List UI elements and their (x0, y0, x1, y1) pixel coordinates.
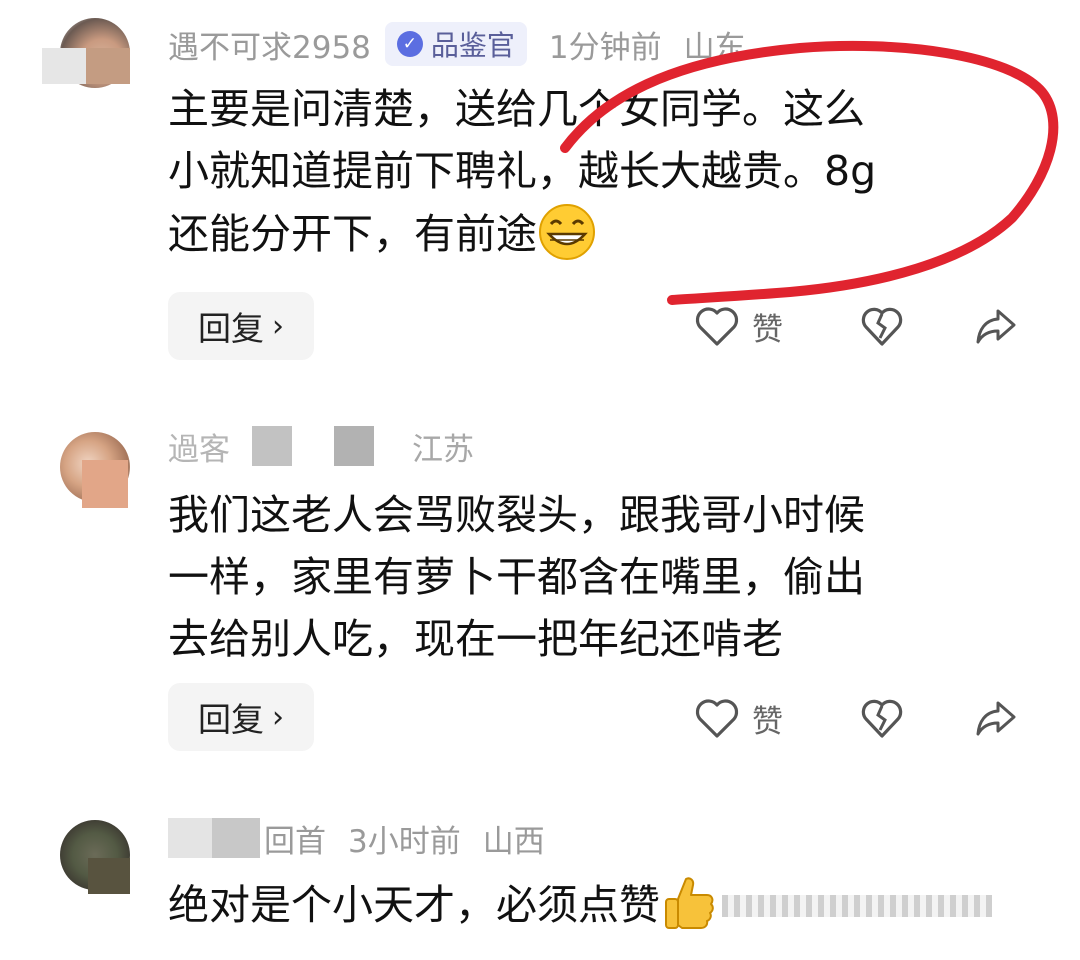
comment-line: 绝对是个小天才，必须点赞 (168, 881, 660, 929)
comment-line: 主要是问清楚，送给几个女同学。这么 (168, 85, 865, 133)
location: 山西 (482, 823, 545, 860)
grinning-face-emoji (539, 204, 595, 260)
comment-meta: 遇不可求2958 ✓ 品鉴官 1分钟前 山东 (168, 22, 746, 67)
comment-meta: 回首 3小时前 山西 (168, 816, 545, 861)
reply-label: 回复 (198, 700, 264, 739)
timestamp: 1分钟前 (548, 29, 662, 66)
comment-line: 去给别人吃，现在一把年纪还啃老 (168, 615, 783, 663)
comment-line-with-emoji: 还能分开下，有前途 (168, 202, 1008, 265)
comment-actions: 赞 (694, 296, 1024, 356)
chevron-right-icon: › (272, 699, 284, 735)
avatar-mosaic (86, 48, 130, 84)
comment-body: 我们这老人会骂败裂头，跟我哥小时候 一样，家里有萝卜干都含在嘴里，偷出 去给别人吃，… (168, 484, 1008, 670)
avatar-mosaic (42, 48, 86, 84)
comment-line: 小就知道提前下聘礼，越长大越贵。8g (168, 147, 877, 195)
username-mosaic (168, 818, 212, 858)
comment-actions: 赞 (694, 688, 1024, 748)
thumbs-up-emoji (665, 877, 714, 929)
location: 山东 (683, 29, 746, 66)
username[interactable]: 過客 (168, 424, 230, 469)
broken-heart-icon (861, 307, 903, 346)
share-arrow-icon (976, 701, 1016, 736)
broken-heart-icon (861, 699, 903, 738)
location: 江苏 (412, 431, 474, 468)
username-mosaic (212, 818, 260, 858)
share-arrow-icon (976, 309, 1016, 344)
chevron-right-icon: › (272, 308, 284, 344)
like-button[interactable]: 赞 (694, 296, 783, 356)
comment-body: 绝对是个小天才，必须点赞 (168, 873, 1008, 936)
like-button[interactable]: 赞 (694, 688, 783, 748)
comment-line-with-emoji: 绝对是个小天才，必须点赞 (168, 873, 1008, 936)
username-mosaic (334, 426, 374, 466)
timestamp: 3小时前 (348, 823, 461, 860)
badge-label: 品鉴官 (430, 29, 515, 62)
verified-check-icon: ✓ (396, 31, 423, 57)
share-button[interactable] (974, 688, 1018, 748)
dislike-button[interactable] (860, 688, 904, 748)
dislike-button[interactable] (860, 296, 904, 356)
reply-button[interactable]: 回复 › (168, 683, 314, 751)
username[interactable]: 遇不可求2958 (168, 22, 371, 67)
share-button[interactable] (974, 296, 1018, 356)
comment-body: 主要是问清楚，送给几个女同学。这么 小就知道提前下聘礼，越长大越贵。8g 还能分开下… (168, 78, 1008, 265)
blurred-strip (722, 895, 992, 917)
reply-button[interactable]: 回复 › (168, 292, 314, 360)
avatar-mosaic (82, 460, 128, 508)
heart-outline-icon (695, 699, 739, 738)
like-label: 赞 (752, 311, 783, 348)
badge[interactable]: ✓ 品鉴官 (384, 22, 527, 66)
like-label: 赞 (752, 703, 783, 740)
reply-label: 回复 (198, 309, 264, 348)
comment-line: 还能分开下，有前途 (168, 210, 537, 258)
comment-meta: 過客 江苏 (168, 424, 474, 469)
comment-line: 我们这老人会骂败裂头，跟我哥小时候 (168, 491, 865, 539)
username-mosaic (252, 426, 292, 466)
avatar-mosaic (88, 858, 130, 894)
username[interactable]: 回首 (264, 816, 326, 861)
heart-outline-icon (695, 307, 739, 346)
comment-line: 一样，家里有萝卜干都含在嘴里，偷出 (168, 553, 865, 601)
